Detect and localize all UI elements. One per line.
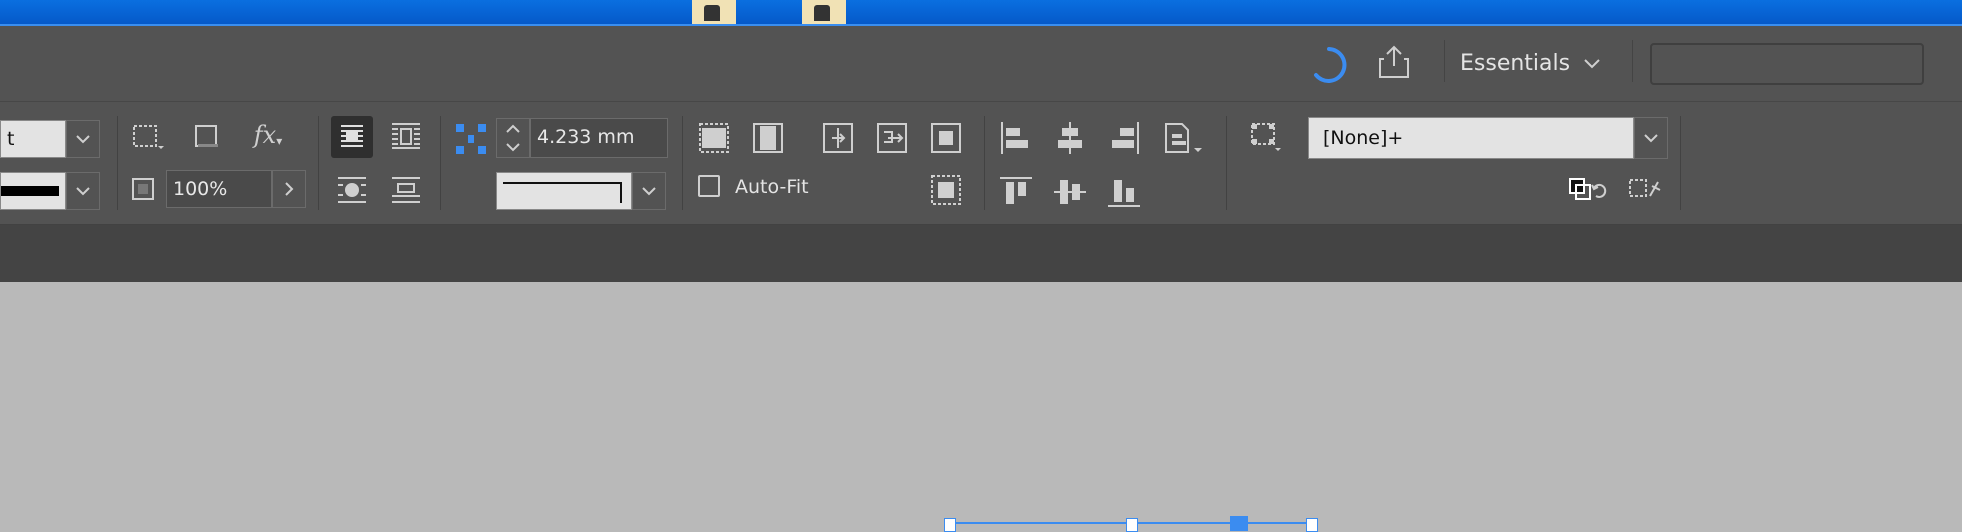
wrap-jump-object-icon[interactable] [388,174,424,206]
corner-shape-dropdown-button[interactable] [632,172,666,210]
gap-value: 4.233 mm [537,126,635,148]
effects-fx-icon[interactable]: fx ▾ [248,118,288,152]
wrap-none-icon [341,125,363,147]
clear-attributes-not-defined-icon[interactable] [1626,176,1666,206]
center-content-icon[interactable] [928,120,964,156]
stepper-arrows-icon [506,124,520,152]
content-aware-fit-icon[interactable] [928,172,964,208]
chevron-right-icon [285,182,294,196]
opacity-value: 100% [173,178,228,200]
align-horizontal-centers-icon[interactable] [1052,120,1088,156]
os-taskbar [0,0,1962,26]
style-dropdown-button[interactable] [66,120,100,158]
selection-handle[interactable] [944,518,956,532]
share-icon[interactable] [1376,44,1412,80]
corner-shape-field[interactable] [496,172,632,210]
taskbar-app-thumbnail[interactable] [802,0,846,24]
object-styles-icon[interactable] [1248,120,1284,154]
gap-tool-icon[interactable] [454,122,488,156]
frame-center-handle[interactable] [1230,516,1248,531]
object-style-value: [None]+ [1323,127,1404,149]
auto-fit-checkbox[interactable] [698,175,720,197]
style-field[interactable]: t [0,120,66,158]
workspace-switcher[interactable]: Essentials [1460,44,1604,82]
align-to-page-icon[interactable] [1162,118,1206,158]
align-bottom-edges-icon[interactable] [1106,174,1142,210]
selection-handle[interactable] [1306,518,1318,532]
chevron-down-icon [642,187,656,196]
wrap-bounding-box-icon[interactable] [388,120,424,152]
stroke-frame-icon[interactable] [190,120,226,154]
opacity-field[interactable]: 100% [166,170,272,208]
loading-spinner-icon [1314,47,1347,83]
wrap-none-button[interactable] [331,116,373,158]
stroke-dropdown-button[interactable] [66,172,100,210]
stroke-swatch [1,186,59,196]
chevron-down-icon [76,135,90,144]
wrap-object-shape-icon[interactable] [334,174,370,206]
control-panel: t fx ▾ 100% 4.233 mm Auto-Fit [None]+ [0,101,1962,226]
fill-frame-icon[interactable] [130,120,166,154]
chevron-down-icon [1644,134,1658,143]
fit-frame-to-content-icon[interactable] [820,120,856,156]
document-tab-bar [0,225,1962,282]
taskbar-app-thumbnail[interactable] [692,0,736,24]
auto-fit-label: Auto-Fit [735,176,809,198]
search-input[interactable] [1650,43,1924,85]
fit-content-to-frame-icon[interactable] [874,120,910,156]
align-right-edges-icon[interactable] [1106,120,1142,156]
opacity-icon [132,178,154,200]
gap-stepper[interactable] [496,118,530,158]
object-style-field[interactable]: [None]+ [1308,117,1634,159]
chevron-down-icon [76,187,90,196]
clear-overrides-icon[interactable] [1568,176,1610,206]
align-vertical-centers-icon[interactable] [1052,174,1088,210]
gap-field[interactable]: 4.233 mm [530,118,668,158]
align-top-edges-icon[interactable] [998,174,1034,210]
application-bar: Essentials [0,26,1962,101]
corner-shape-preview [503,182,622,203]
chevron-down-icon [1584,59,1600,69]
align-left-edges-icon[interactable] [998,120,1034,156]
fill-frame-proportionally-icon[interactable] [696,120,732,156]
stroke-swatch-field[interactable] [0,172,66,210]
fit-content-proportionally-icon[interactable] [750,120,786,156]
selection-handle[interactable] [1126,518,1138,532]
workspace-label: Essentials [1460,50,1571,76]
pasteboard-canvas[interactable] [0,282,1962,532]
style-field-value: t [7,128,15,150]
opacity-slider-button[interactable] [272,170,306,208]
object-style-dropdown-button[interactable] [1634,117,1668,159]
